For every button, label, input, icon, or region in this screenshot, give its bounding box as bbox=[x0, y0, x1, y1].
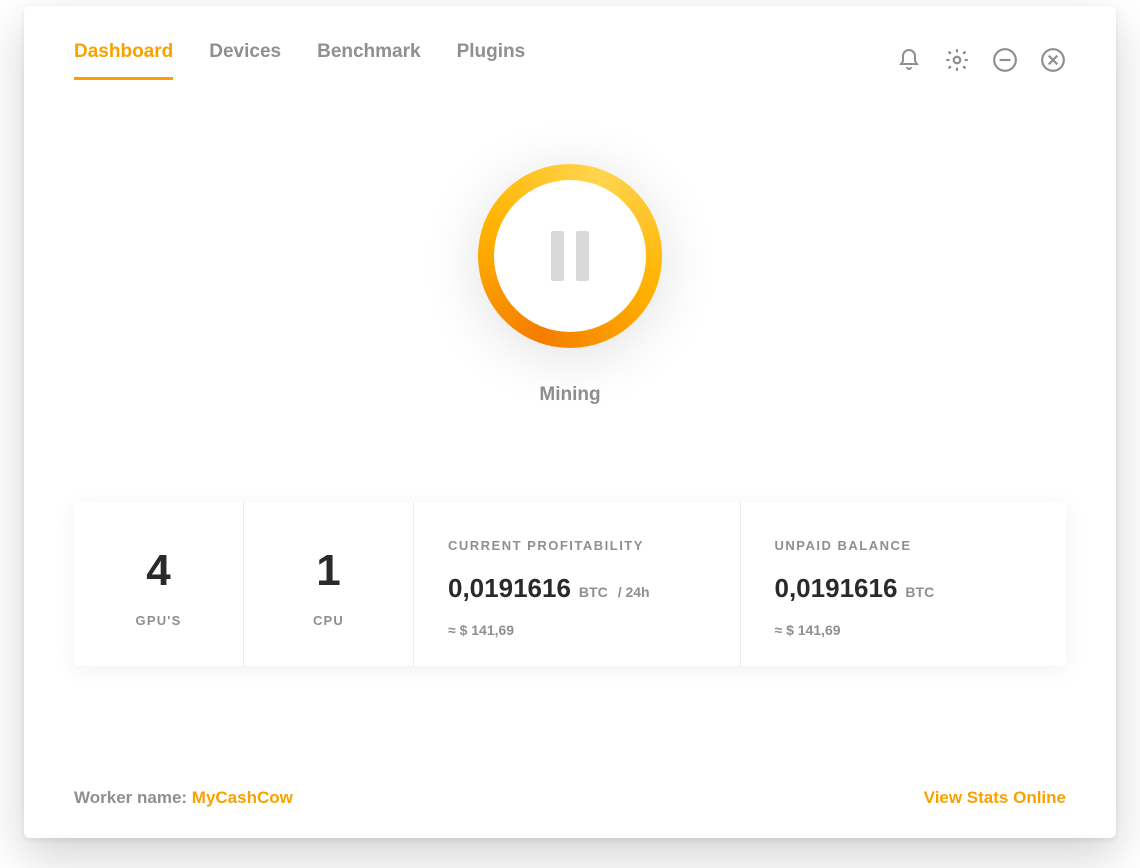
cpu-label: CPU bbox=[313, 613, 344, 628]
profitability-title: CURRENT PROFITABILITY bbox=[448, 538, 706, 553]
mining-status-label: Mining bbox=[539, 384, 600, 406]
tab-plugins[interactable]: Plugins bbox=[457, 41, 526, 80]
profitability-card: CURRENT PROFITABILITY 0,0191616 BTC / 24… bbox=[414, 502, 741, 666]
header-icon-group bbox=[896, 47, 1066, 73]
worker-name-value: MyCashCow bbox=[192, 788, 293, 807]
view-stats-link[interactable]: View Stats Online bbox=[924, 788, 1066, 808]
header-bar: Dashboard Devices Benchmark Plugins bbox=[24, 6, 1116, 90]
profitability-amount-row: 0,0191616 BTC / 24h bbox=[448, 573, 706, 604]
balance-amount-row: 0,0191616 BTC bbox=[775, 573, 1033, 604]
balance-usd: ≈ $ 141,69 bbox=[775, 622, 1033, 638]
minimize-icon[interactable] bbox=[992, 47, 1018, 73]
stats-row: 4 GPU'S 1 CPU CURRENT PROFITABILITY 0,01… bbox=[74, 502, 1066, 666]
balance-unit: BTC bbox=[905, 584, 934, 600]
gpu-card: 4 GPU'S bbox=[74, 502, 244, 666]
profitability-usd: ≈ $ 141,69 bbox=[448, 622, 706, 638]
cpu-card: 1 CPU bbox=[244, 502, 414, 666]
profitability-amount: 0,0191616 bbox=[448, 573, 571, 604]
worker-name-row: Worker name: MyCashCow bbox=[74, 788, 293, 808]
mining-section: Mining bbox=[24, 164, 1116, 406]
nav-tabs: Dashboard Devices Benchmark Plugins bbox=[74, 41, 525, 80]
app-window: Dashboard Devices Benchmark Plugins bbox=[24, 6, 1116, 838]
close-icon[interactable] bbox=[1040, 47, 1066, 73]
pause-icon bbox=[551, 231, 589, 281]
tab-devices[interactable]: Devices bbox=[209, 41, 281, 80]
notifications-icon[interactable] bbox=[896, 47, 922, 73]
profitability-suffix: / 24h bbox=[618, 584, 650, 600]
balance-card: UNPAID BALANCE 0,0191616 BTC ≈ $ 141,69 bbox=[741, 502, 1067, 666]
tab-dashboard[interactable]: Dashboard bbox=[74, 41, 173, 80]
footer-bar: Worker name: MyCashCow View Stats Online bbox=[74, 788, 1066, 808]
tab-benchmark[interactable]: Benchmark bbox=[317, 41, 421, 80]
balance-amount: 0,0191616 bbox=[775, 573, 898, 604]
gpu-label: GPU'S bbox=[136, 613, 182, 628]
worker-label: Worker name: bbox=[74, 788, 192, 807]
mining-toggle-button[interactable] bbox=[478, 164, 662, 348]
settings-icon[interactable] bbox=[944, 47, 970, 73]
balance-title: UNPAID BALANCE bbox=[775, 538, 1033, 553]
profitability-unit: BTC bbox=[579, 584, 608, 600]
gpu-count: 4 bbox=[146, 549, 170, 593]
cpu-count: 1 bbox=[316, 549, 340, 593]
